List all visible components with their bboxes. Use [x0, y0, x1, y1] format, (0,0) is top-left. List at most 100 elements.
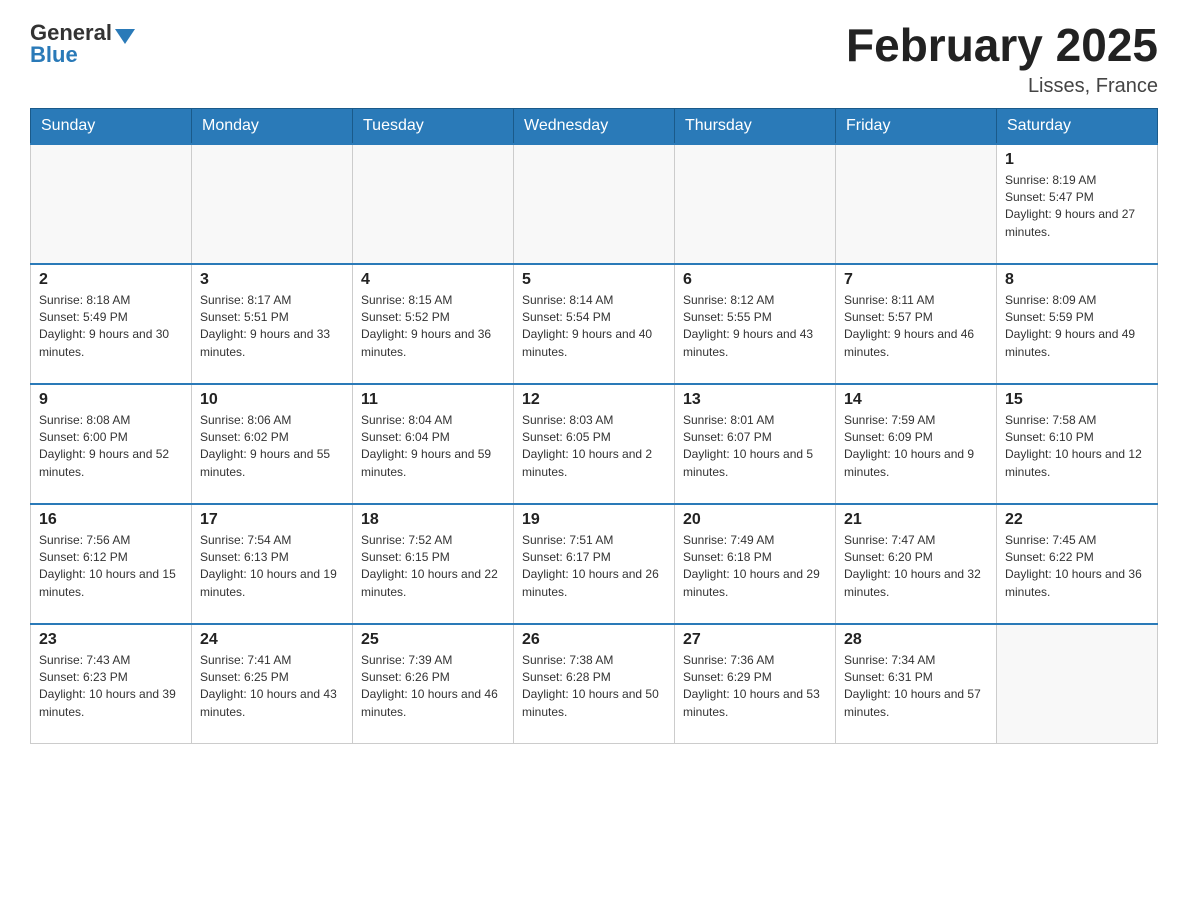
- day-info: Sunrise: 8:09 AM Sunset: 5:59 PM Dayligh…: [1005, 292, 1149, 362]
- day-number: 2: [39, 271, 183, 289]
- calendar-cell: 18 Sunrise: 7:52 AM Sunset: 6:15 PM Dayli…: [353, 504, 514, 624]
- day-number: 6: [683, 271, 827, 289]
- calendar-cell: [353, 144, 514, 264]
- calendar-cell: 23 Sunrise: 7:43 AM Sunset: 6:23 PM Dayli…: [31, 624, 192, 744]
- calendar-cell: 27Sunrise: 7:36 AM Sunset: 6:29 PM Dayli…: [675, 624, 836, 744]
- day-number: 3: [200, 271, 344, 289]
- day-info: Sunrise: 8:18 AM Sunset: 5:49 PM Dayligh…: [39, 292, 183, 362]
- title-section: February 2025 Lisses, France: [846, 20, 1158, 98]
- day-number: 17: [200, 511, 344, 529]
- day-info: Sunrise: 8:01 AM Sunset: 6:07 PM Dayligh…: [683, 412, 827, 482]
- day-number: 25: [361, 631, 505, 649]
- day-info: Sunrise: 7:59 AM Sunset: 6:09 PM Dayligh…: [844, 412, 988, 482]
- day-number: 4: [361, 271, 505, 289]
- day-info: Sunrise: 8:06 AM Sunset: 6:02 PM Dayligh…: [200, 412, 344, 482]
- day-info: Sunrise: 7:45 AM Sunset: 6:22 PM Dayligh…: [1005, 532, 1149, 602]
- day-info: Sunrise: 7:49 AM Sunset: 6:18 PM Dayligh…: [683, 532, 827, 602]
- page-header: General Blue February 2025 Lisses, Franc…: [30, 20, 1158, 98]
- calendar-cell: 4 Sunrise: 8:15 AM Sunset: 5:52 PM Daylig…: [353, 264, 514, 384]
- weekday-header-sunday: Sunday: [31, 108, 192, 144]
- calendar-cell: 2 Sunrise: 8:18 AM Sunset: 5:49 PM Daylig…: [31, 264, 192, 384]
- day-info: Sunrise: 7:36 AM Sunset: 6:29 PM Dayligh…: [683, 652, 827, 722]
- weekday-header-friday: Friday: [836, 108, 997, 144]
- calendar-cell: [997, 624, 1158, 744]
- calendar-cell: 13 Sunrise: 8:01 AM Sunset: 6:07 PM Dayli…: [675, 384, 836, 504]
- day-info: Sunrise: 7:43 AM Sunset: 6:23 PM Dayligh…: [39, 652, 183, 722]
- day-number: 26: [522, 631, 666, 649]
- day-info: Sunrise: 7:47 AM Sunset: 6:20 PM Dayligh…: [844, 532, 988, 602]
- calendar-cell: 1 Sunrise: 8:19 AM Sunset: 5:47 PM Daylig…: [997, 144, 1158, 264]
- day-number: 13: [683, 391, 827, 409]
- day-info: Sunrise: 8:03 AM Sunset: 6:05 PM Dayligh…: [522, 412, 666, 482]
- calendar-cell: 6 Sunrise: 8:12 AM Sunset: 5:55 PM Daylig…: [675, 264, 836, 384]
- calendar-cell: 19 Sunrise: 7:51 AM Sunset: 6:17 PM Dayli…: [514, 504, 675, 624]
- day-number: 5: [522, 271, 666, 289]
- day-info: Sunrise: 7:52 AM Sunset: 6:15 PM Dayligh…: [361, 532, 505, 602]
- calendar-table: SundayMondayTuesdayWednesdayThursdayFrid…: [30, 108, 1158, 745]
- day-info: Sunrise: 8:14 AM Sunset: 5:54 PM Dayligh…: [522, 292, 666, 362]
- day-number: 19: [522, 511, 666, 529]
- day-info: Sunrise: 8:04 AM Sunset: 6:04 PM Dayligh…: [361, 412, 505, 482]
- calendar-cell: [836, 144, 997, 264]
- day-info: Sunrise: 7:38 AM Sunset: 6:28 PM Dayligh…: [522, 652, 666, 722]
- day-number: 9: [39, 391, 183, 409]
- day-number: 1: [1005, 151, 1149, 169]
- calendar-cell: 20 Sunrise: 7:49 AM Sunset: 6:18 PM Dayli…: [675, 504, 836, 624]
- day-number: 15: [1005, 391, 1149, 409]
- day-info: Sunrise: 7:51 AM Sunset: 6:17 PM Dayligh…: [522, 532, 666, 602]
- day-number: 28: [844, 631, 988, 649]
- calendar-week-1: 1 Sunrise: 8:19 AM Sunset: 5:47 PM Daylig…: [31, 144, 1158, 264]
- day-info: Sunrise: 7:54 AM Sunset: 6:13 PM Dayligh…: [200, 532, 344, 602]
- day-info: Sunrise: 8:11 AM Sunset: 5:57 PM Dayligh…: [844, 292, 988, 362]
- calendar-cell: [192, 144, 353, 264]
- calendar-cell: 9 Sunrise: 8:08 AM Sunset: 6:00 PM Daylig…: [31, 384, 192, 504]
- calendar-week-4: 16 Sunrise: 7:56 AM Sunset: 6:12 PM Dayli…: [31, 504, 1158, 624]
- day-number: 16: [39, 511, 183, 529]
- calendar-week-3: 9 Sunrise: 8:08 AM Sunset: 6:00 PM Daylig…: [31, 384, 1158, 504]
- day-number: 23: [39, 631, 183, 649]
- calendar-cell: 11 Sunrise: 8:04 AM Sunset: 6:04 PM Dayli…: [353, 384, 514, 504]
- calendar-cell: 28Sunrise: 7:34 AM Sunset: 6:31 PM Dayli…: [836, 624, 997, 744]
- logo-blue-text: Blue: [30, 42, 135, 68]
- calendar-cell: 7 Sunrise: 8:11 AM Sunset: 5:57 PM Daylig…: [836, 264, 997, 384]
- month-title: February 2025: [846, 20, 1158, 71]
- day-number: 14: [844, 391, 988, 409]
- day-number: 8: [1005, 271, 1149, 289]
- weekday-header-wednesday: Wednesday: [514, 108, 675, 144]
- day-number: 22: [1005, 511, 1149, 529]
- day-info: Sunrise: 7:56 AM Sunset: 6:12 PM Dayligh…: [39, 532, 183, 602]
- calendar-cell: 21 Sunrise: 7:47 AM Sunset: 6:20 PM Dayli…: [836, 504, 997, 624]
- calendar-cell: [675, 144, 836, 264]
- calendar-cell: 10 Sunrise: 8:06 AM Sunset: 6:02 PM Dayli…: [192, 384, 353, 504]
- day-number: 10: [200, 391, 344, 409]
- day-number: 11: [361, 391, 505, 409]
- day-number: 12: [522, 391, 666, 409]
- calendar-cell: 3 Sunrise: 8:17 AM Sunset: 5:51 PM Daylig…: [192, 264, 353, 384]
- day-number: 20: [683, 511, 827, 529]
- day-info: Sunrise: 7:58 AM Sunset: 6:10 PM Dayligh…: [1005, 412, 1149, 482]
- day-number: 18: [361, 511, 505, 529]
- calendar-cell: 15 Sunrise: 7:58 AM Sunset: 6:10 PM Dayli…: [997, 384, 1158, 504]
- day-info: Sunrise: 8:12 AM Sunset: 5:55 PM Dayligh…: [683, 292, 827, 362]
- calendar-cell: 26 Sunrise: 7:38 AM Sunset: 6:28 PM Dayli…: [514, 624, 675, 744]
- calendar-cell: 14 Sunrise: 7:59 AM Sunset: 6:09 PM Dayli…: [836, 384, 997, 504]
- day-info: Sunrise: 7:41 AM Sunset: 6:25 PM Dayligh…: [200, 652, 344, 722]
- day-number: 7: [844, 271, 988, 289]
- calendar-cell: 5 Sunrise: 8:14 AM Sunset: 5:54 PM Daylig…: [514, 264, 675, 384]
- calendar-cell: 8 Sunrise: 8:09 AM Sunset: 5:59 PM Daylig…: [997, 264, 1158, 384]
- weekday-header-thursday: Thursday: [675, 108, 836, 144]
- day-info: Sunrise: 8:19 AM Sunset: 5:47 PM Dayligh…: [1005, 172, 1149, 242]
- calendar-cell: [514, 144, 675, 264]
- day-info: Sunrise: 8:15 AM Sunset: 5:52 PM Dayligh…: [361, 292, 505, 362]
- calendar-week-2: 2 Sunrise: 8:18 AM Sunset: 5:49 PM Daylig…: [31, 264, 1158, 384]
- calendar-cell: 24Sunrise: 7:41 AM Sunset: 6:25 PM Dayli…: [192, 624, 353, 744]
- calendar-cell: 16 Sunrise: 7:56 AM Sunset: 6:12 PM Dayli…: [31, 504, 192, 624]
- day-number: 21: [844, 511, 988, 529]
- day-info: Sunrise: 8:17 AM Sunset: 5:51 PM Dayligh…: [200, 292, 344, 362]
- weekday-header-tuesday: Tuesday: [353, 108, 514, 144]
- location-text: Lisses, France: [846, 75, 1158, 98]
- weekday-header-row: SundayMondayTuesdayWednesdayThursdayFrid…: [31, 108, 1158, 144]
- calendar-cell: 17 Sunrise: 7:54 AM Sunset: 6:13 PM Dayli…: [192, 504, 353, 624]
- day-info: Sunrise: 8:08 AM Sunset: 6:00 PM Dayligh…: [39, 412, 183, 482]
- weekday-header-saturday: Saturday: [997, 108, 1158, 144]
